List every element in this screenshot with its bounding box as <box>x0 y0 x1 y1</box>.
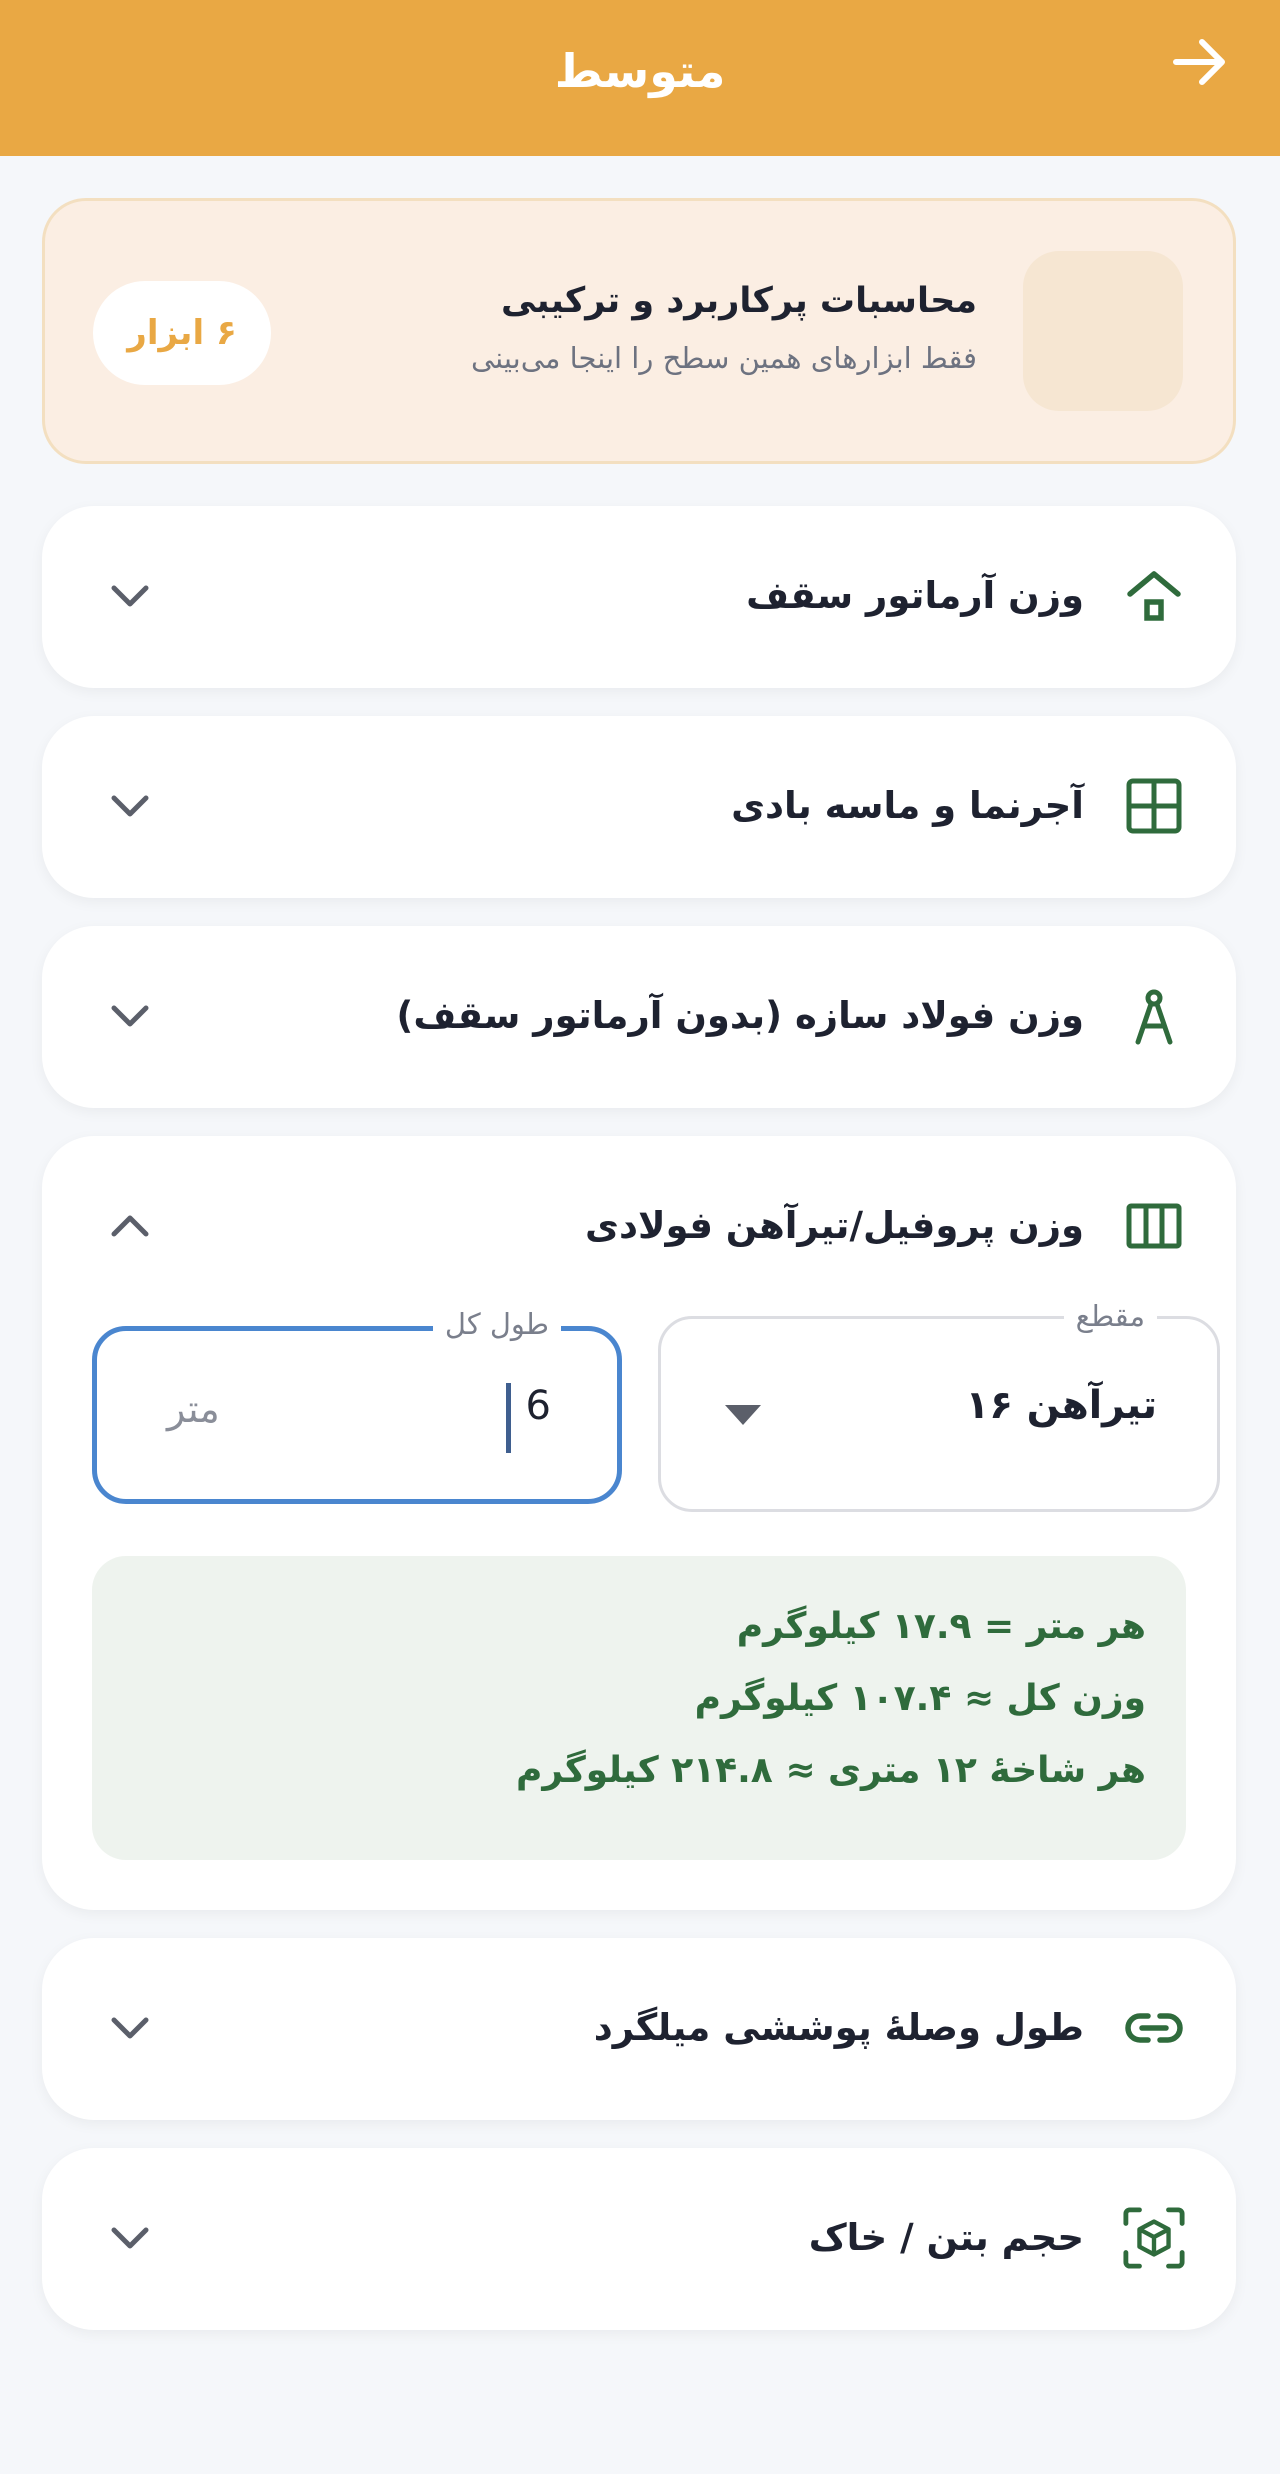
tool-card-title: آجرنما و ماسه بادی <box>731 784 1084 827</box>
text-caret <box>506 1383 511 1453</box>
tool-card-title: وزن فولاد سازه (بدون آرماتور سقف) <box>396 994 1084 1037</box>
length-unit: متر <box>167 1387 220 1431</box>
chevron-down-icon <box>102 568 158 624</box>
page-title: متوسط <box>554 44 726 98</box>
banner-thumbnail <box>1023 251 1183 411</box>
columns-icon <box>1122 1194 1186 1258</box>
tool-card-title: وزن پروفیل/تیرآهن فولادی <box>585 1204 1084 1247</box>
tool-card-header[interactable]: وزن پروفیل/تیرآهن فولادی <box>42 1136 1236 1316</box>
app-bar: متوسط <box>0 0 1280 156</box>
section-label: مقطع <box>1063 1299 1157 1333</box>
compass-icon <box>1122 984 1186 1048</box>
length-input[interactable]: طول کل 6 متر <box>92 1307 622 1504</box>
chevron-down-icon <box>102 2210 158 2266</box>
tool-card-header[interactable]: وزن فولاد سازه (بدون آرماتور سقف) <box>42 926 1236 1106</box>
tool-card-header[interactable]: آجرنما و ماسه بادی <box>42 716 1236 896</box>
arrow-right-icon <box>1173 39 1225 85</box>
tool-card-profile-weight: وزن پروفیل/تیرآهن فولادی مقطع تیرآهن ۱۶ … <box>42 1136 1236 1910</box>
dropdown-arrow-icon <box>725 1405 761 1425</box>
level-banner: محاسبات پرکاربرد و ترکیبی فقط ابزارهای ه… <box>42 198 1236 464</box>
tool-card-title: وزن آرماتور سقف <box>746 574 1084 617</box>
chevron-down-icon <box>102 2000 158 2056</box>
tool-card-brick-sand: آجرنما و ماسه بادی <box>42 716 1236 898</box>
tool-card-rebar-weight: وزن آرماتور سقف <box>42 506 1236 688</box>
tool-card-structural-steel: وزن فولاد سازه (بدون آرماتور سقف) <box>42 926 1236 1108</box>
section-select[interactable]: مقطع تیرآهن ۱۶ <box>658 1299 1220 1512</box>
result-per-12m-bar: هر شاخهٔ ۱۲ متری ≈ ۲۱۴.۸ کیلوگرم <box>516 1750 1146 1791</box>
banner-subtitle: فقط ابزارهای همین سطح را اینجا می‌بینی <box>470 341 977 375</box>
grid-icon <box>1122 774 1186 838</box>
back-button[interactable] <box>1160 22 1240 102</box>
tool-card-concrete-volume: حجم بتن / خاک <box>42 2148 1236 2330</box>
tool-card-title: طول وصلهٔ پوششی میلگرد <box>593 2006 1084 2049</box>
tool-card-header[interactable]: طول وصلهٔ پوششی میلگرد <box>42 1938 1236 2118</box>
result-total-weight: وزن کل ≈ ۱۰۷.۴ کیلوگرم <box>694 1678 1146 1719</box>
chevron-down-icon <box>102 778 158 834</box>
chevron-down-icon <box>102 988 158 1044</box>
tool-card-lap-length: طول وصلهٔ پوششی میلگرد <box>42 1938 1236 2120</box>
tool-card-header[interactable]: حجم بتن / خاک <box>42 2148 1236 2328</box>
tool-card-header[interactable]: وزن آرماتور سقف <box>42 506 1236 686</box>
banner-title: محاسبات پرکاربرد و ترکیبی <box>500 281 977 321</box>
cube-scan-icon <box>1122 2206 1186 2270</box>
tool-card-title: حجم بتن / خاک <box>808 2216 1084 2259</box>
tool-count-badge: ۶ ابزار <box>93 281 271 385</box>
chevron-up-icon <box>102 1198 158 1254</box>
result-panel: هر متر = ۱۷.۹ کیلوگرم وزن کل ≈ ۱۰۷.۴ کیل… <box>92 1556 1186 1860</box>
link-icon <box>1122 1996 1186 2060</box>
result-per-meter: هر متر = ۱۷.۹ کیلوگرم <box>736 1606 1146 1647</box>
length-label: طول کل <box>432 1307 561 1341</box>
house-icon <box>1122 564 1186 628</box>
length-value: 6 <box>525 1383 551 1429</box>
section-value: تیرآهن ۱۶ <box>965 1383 1157 1428</box>
